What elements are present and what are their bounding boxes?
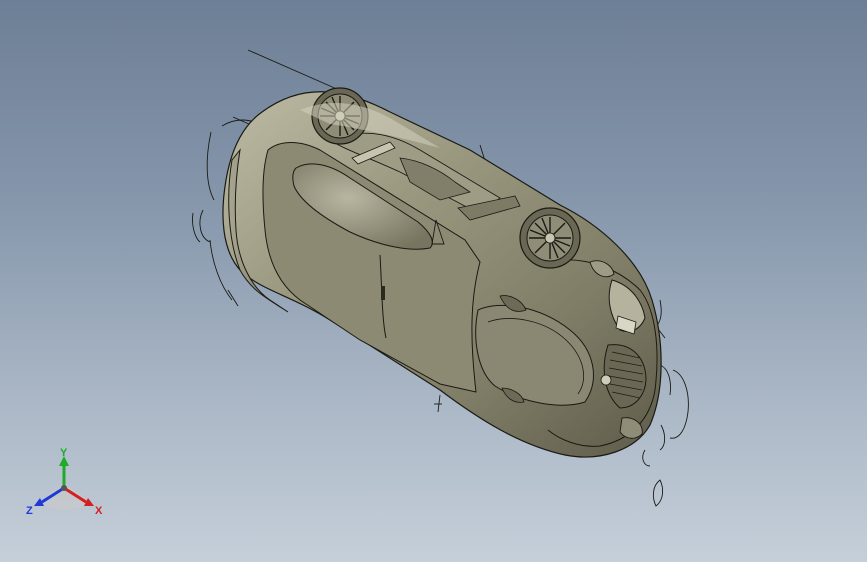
reference-triad: Y X Z xyxy=(26,448,103,517)
graphics-viewport[interactable]: Y X Z xyxy=(0,0,867,562)
y-axis-label: Y xyxy=(60,448,68,459)
front-wheel xyxy=(519,207,581,269)
z-axis-label: Z xyxy=(26,505,33,517)
x-axis-label: X xyxy=(95,505,103,517)
door-handle xyxy=(381,286,385,300)
emblem xyxy=(600,374,612,386)
car-model[interactable] xyxy=(0,0,867,562)
